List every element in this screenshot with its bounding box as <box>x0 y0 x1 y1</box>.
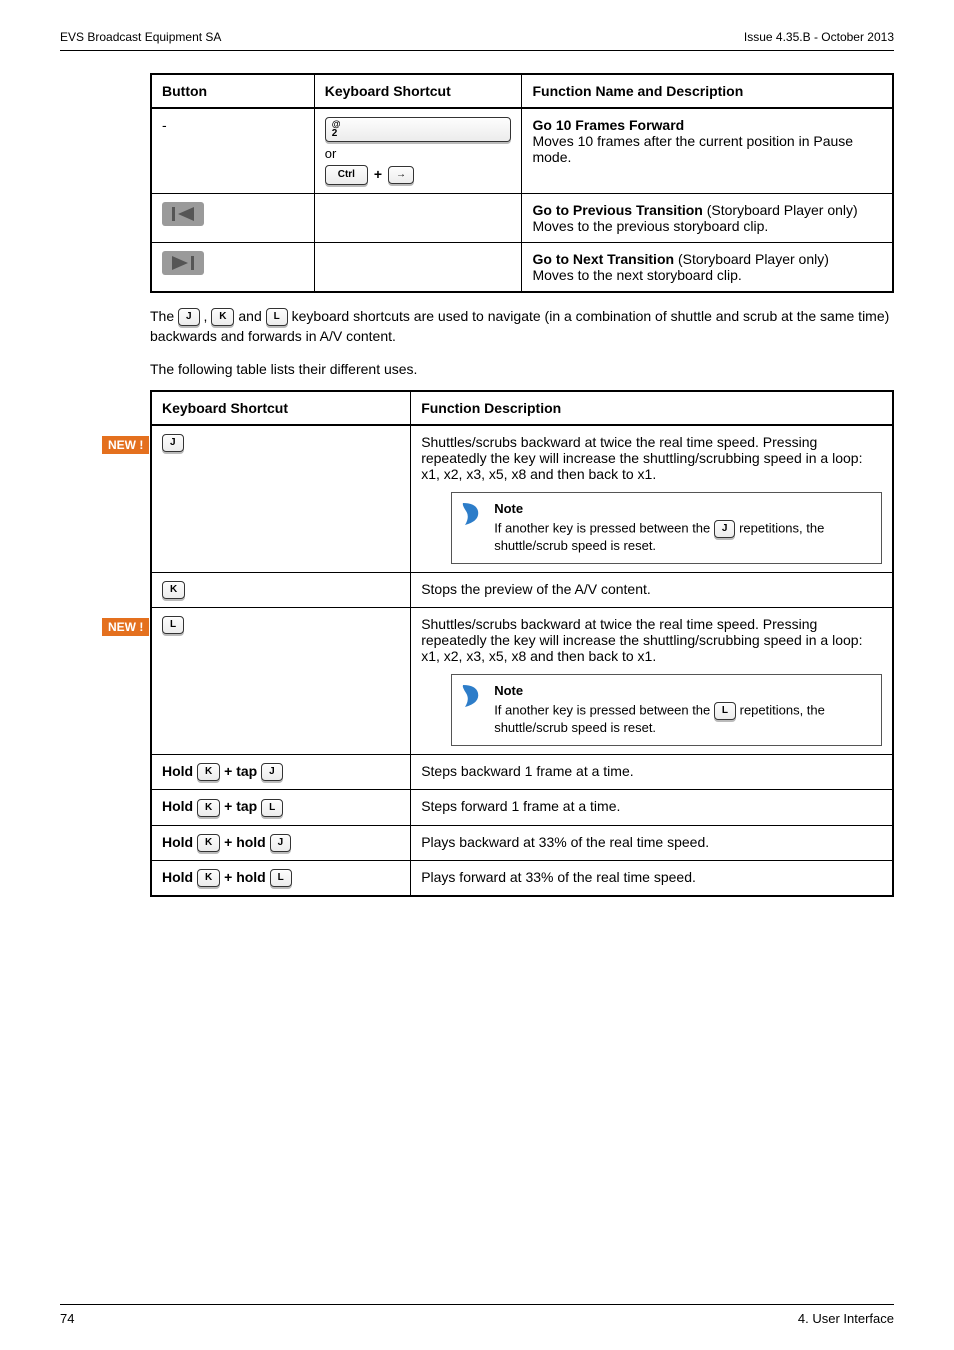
table-row: Hold K + tap L Steps forward 1 frame at … <box>151 790 893 825</box>
combo-hold: Hold <box>162 869 193 885</box>
desc-cell: Go 10 Frames Forward Moves 10 frames aft… <box>522 108 893 194</box>
combo-op: + tap <box>224 798 257 814</box>
next-track-icon <box>162 251 204 275</box>
key-k: K <box>162 581 185 599</box>
key-k: K <box>211 308 234 326</box>
page-header: EVS Broadcast Equipment SA Issue 4.35.B … <box>60 30 894 51</box>
col-shortcut: Keyboard Shortcut <box>151 391 411 425</box>
desc-cell: Shuttles/scrubs backward at twice the re… <box>411 425 893 573</box>
desc-cell: Steps backward 1 frame at a time. <box>411 755 893 790</box>
key-l: L <box>162 616 184 634</box>
key-l: L <box>270 869 292 887</box>
desc-paren: (Storyboard Player only) <box>678 251 829 267</box>
combo-hold: Hold <box>162 834 193 850</box>
page-footer: 74 4. User Interface <box>60 1304 894 1326</box>
key-k: K <box>197 763 220 781</box>
key-ctrl: Ctrl <box>325 165 368 185</box>
jkl-paragraph: The J , K and L keyboard shortcuts are u… <box>150 307 894 346</box>
footer-right: 4. User Interface <box>798 1311 894 1326</box>
desc-text: Moves 10 frames after the current positi… <box>532 133 853 165</box>
desc-title: Go to Next Transition <box>532 251 674 267</box>
button-cell: - <box>151 108 314 194</box>
intro-paragraph: The following table lists their differen… <box>150 360 894 380</box>
desc-cell: Plays backward at 33% of the real time s… <box>411 825 893 860</box>
previous-track-icon <box>162 202 204 226</box>
content-area: Button Keyboard Shortcut Function Name a… <box>150 73 894 897</box>
new-badge: NEW ! <box>102 618 149 636</box>
footer-left: 74 <box>60 1311 74 1326</box>
key-arrow-right: → <box>388 166 414 184</box>
table-row: Hold K + tap J Steps backward 1 frame at… <box>151 755 893 790</box>
key-l: L <box>261 799 283 817</box>
desc-title: Go to Previous Transition <box>532 202 702 218</box>
new-badge: NEW ! <box>102 436 149 454</box>
desc-cell: Steps forward 1 frame at a time. <box>411 790 893 825</box>
note-box: Note If another key is pressed between t… <box>451 492 882 564</box>
note-title: Note <box>494 501 871 516</box>
desc-paren: (Storyboard Player only) <box>707 202 858 218</box>
page: EVS Broadcast Equipment SA Issue 4.35.B … <box>0 0 954 1350</box>
table-row: NEW ! L Shuttles/scrubs backward at twic… <box>151 608 893 755</box>
combo-hold: Hold <box>162 763 193 779</box>
key-l: L <box>266 308 288 326</box>
col-shortcut: Keyboard Shortcut <box>314 74 522 108</box>
desc-text: Shuttles/scrubs backward at twice the re… <box>421 616 862 664</box>
desc-text: Moves to the next storyboard clip. <box>532 267 741 283</box>
note-icon <box>460 501 484 530</box>
header-left: EVS Broadcast Equipment SA <box>60 30 221 44</box>
key-k: K <box>197 834 220 852</box>
desc-cell: Shuttles/scrubs backward at twice the re… <box>411 608 893 755</box>
combo-hold: Hold <box>162 798 193 814</box>
table-row: - @ 2 or Ctrl + → <box>151 108 893 194</box>
jkl-table: Keyboard Shortcut Function Description N… <box>150 390 894 897</box>
table-row: Hold K + hold J Plays backward at 33% of… <box>151 825 893 860</box>
header-right: Issue 4.35.B - October 2013 <box>744 30 894 44</box>
button-shortcut-table: Button Keyboard Shortcut Function Name a… <box>150 73 894 293</box>
key-j: J <box>261 763 283 781</box>
table-row: NEW ! J Shuttles/scrubs backward at twic… <box>151 425 893 573</box>
combo-op: + hold <box>224 869 266 885</box>
combo-op: + hold <box>224 834 266 850</box>
key-k: K <box>197 869 220 887</box>
key-at-2: @ 2 <box>325 117 512 142</box>
button-cell <box>151 243 314 293</box>
note-icon <box>460 683 484 712</box>
col-desc: Function Name and Description <box>522 74 893 108</box>
shortcut-cell <box>314 194 522 243</box>
shortcut-or: or <box>325 146 512 161</box>
key-j: J <box>270 834 292 852</box>
note-text-a: If another key is pressed between the <box>494 703 714 718</box>
note-text-a: If another key is pressed between the <box>494 520 714 535</box>
col-button: Button <box>151 74 314 108</box>
desc-cell: Go to Previous Transition (Storyboard Pl… <box>522 194 893 243</box>
desc-text: Moves to the previous storyboard clip. <box>532 218 768 234</box>
shortcut-cell <box>314 243 522 293</box>
key-j: J <box>714 520 736 538</box>
shortcut-cell: @ 2 or Ctrl + → <box>314 108 522 194</box>
desc-cell: Go to Next Transition (Storyboard Player… <box>522 243 893 293</box>
combo-op: + tap <box>224 763 257 779</box>
col-desc: Function Description <box>411 391 893 425</box>
key-j: J <box>178 308 200 326</box>
note-title: Note <box>494 683 871 698</box>
desc-text: Shuttles/scrubs backward at twice the re… <box>421 434 862 482</box>
button-cell <box>151 194 314 243</box>
plus-sign: + <box>372 166 384 182</box>
table-row: K Stops the preview of the A/V content. <box>151 572 893 607</box>
key-k: K <box>197 799 220 817</box>
table-row: Hold K + hold L Plays forward at 33% of … <box>151 860 893 896</box>
key-j: J <box>162 434 184 452</box>
key-l: L <box>714 702 736 720</box>
table-row: Go to Previous Transition (Storyboard Pl… <box>151 194 893 243</box>
note-box: Note If another key is pressed between t… <box>451 674 882 746</box>
table-row: Go to Next Transition (Storyboard Player… <box>151 243 893 293</box>
desc-cell: Plays forward at 33% of the real time sp… <box>411 860 893 896</box>
desc-title: Go 10 Frames Forward <box>532 117 684 133</box>
desc-cell: Stops the preview of the A/V content. <box>411 572 893 607</box>
